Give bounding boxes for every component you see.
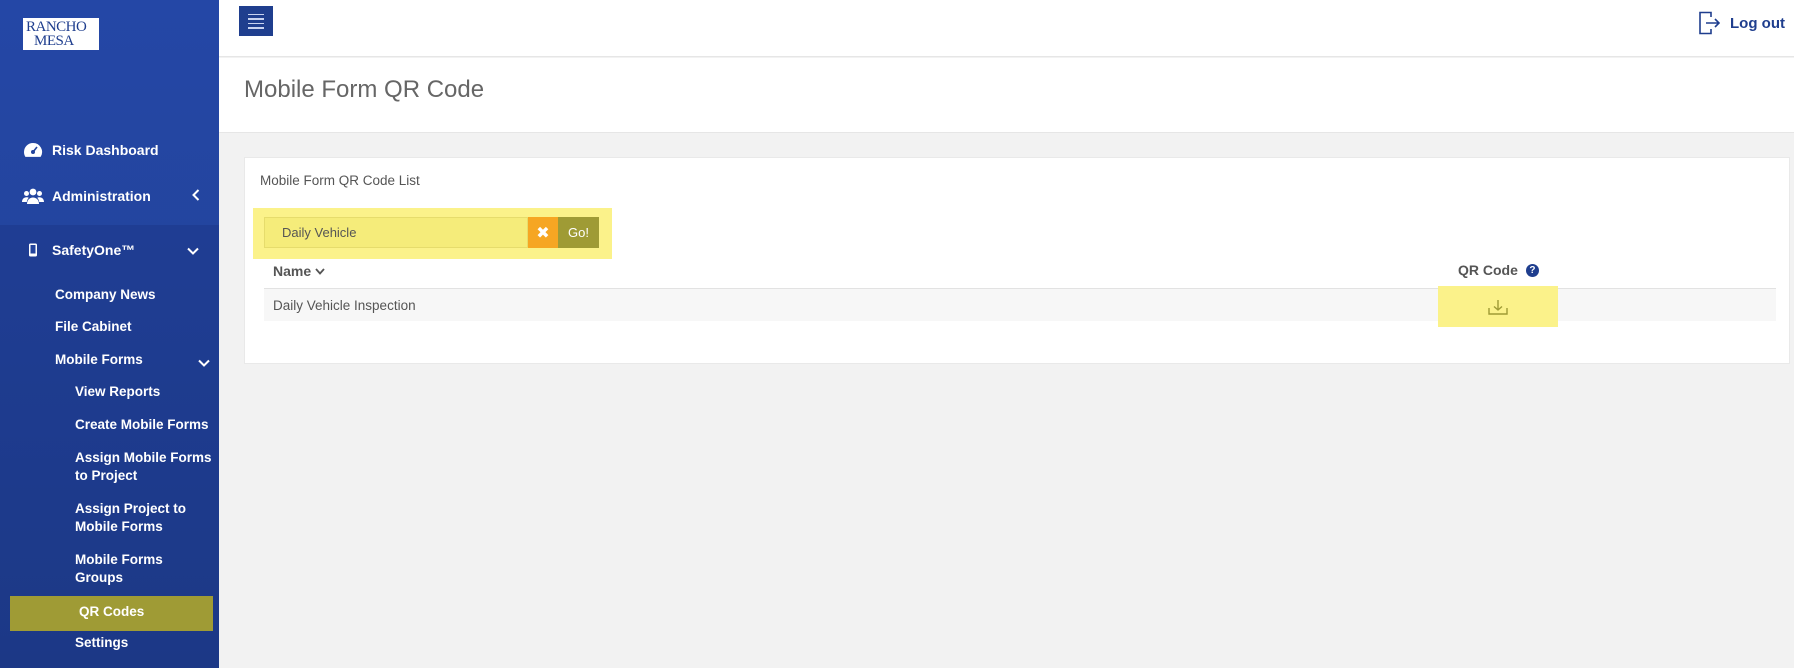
logo-line2: MESA — [34, 33, 74, 49]
logo-line1: RANCHO — [26, 19, 87, 35]
dashboard-icon — [22, 140, 44, 160]
card-title: Mobile Form QR Code List — [260, 173, 420, 188]
menu-bar — [248, 27, 264, 29]
logout-label: Log out — [1730, 14, 1785, 32]
mobile-phone-icon — [22, 240, 44, 260]
sidebar-item-mobile-forms-groups[interactable]: Mobile Forms Groups — [75, 551, 163, 587]
sidebar-item-mobile-forms[interactable]: Mobile Forms — [55, 351, 215, 369]
help-icon[interactable]: ? — [1525, 263, 1539, 277]
sidebar-item-create-mobile-forms[interactable]: Create Mobile Forms — [75, 416, 209, 434]
sidebar-item-label: Mobile Forms — [75, 552, 163, 567]
top-bar: Log out — [219, 0, 1794, 57]
sidebar-item-label: Risk Dashboard — [52, 142, 159, 158]
rancho-mesa-logo[interactable]: RANCHO MESA — [23, 18, 99, 50]
table-cell-name: Daily Vehicle Inspection — [273, 298, 416, 313]
sidebar-item-label: QR Codes — [79, 604, 145, 619]
menu-bar — [248, 22, 264, 24]
sidebar-item-label: Mobile Forms — [55, 352, 143, 367]
chevron-left-icon — [192, 189, 200, 204]
users-icon — [22, 186, 44, 206]
go-button[interactable]: Go! — [558, 217, 599, 248]
page-header: Mobile Form QR Code — [219, 58, 1794, 133]
chevron-down-icon — [187, 244, 199, 258]
sidebar-item-assign-mobile-forms[interactable]: Assign Mobile Forms to Project — [75, 449, 212, 485]
sidebar-item-label: Assign Mobile Forms — [75, 450, 212, 465]
close-icon: ✖ — [536, 224, 550, 242]
sidebar-item-label: Groups — [75, 570, 124, 585]
download-icon — [1488, 300, 1508, 315]
sidebar: RANCHO MESA Risk Dashboard Administratio… — [0, 0, 219, 668]
sidebar-item-settings[interactable]: Settings — [75, 634, 128, 652]
sidebar-item-safetyone[interactable]: SafetyOne™ — [0, 240, 219, 260]
download-button[interactable] — [1485, 296, 1511, 318]
sidebar-item-qr-codes[interactable]: QR Codes — [10, 596, 213, 631]
chevron-down-icon — [198, 354, 210, 372]
column-header-label: Name — [273, 263, 312, 279]
search-input-value: Daily Vehicle — [282, 225, 357, 240]
column-header-name[interactable]: Name — [273, 263, 325, 279]
logout-icon — [1699, 11, 1721, 35]
hamburger-menu-button[interactable] — [239, 6, 273, 36]
sidebar-item-file-cabinet[interactable]: File Cabinet — [55, 318, 132, 336]
sort-chevron-down-icon — [315, 267, 325, 275]
clear-search-button[interactable]: ✖ — [528, 217, 558, 248]
sidebar-item-company-news[interactable]: Company News — [55, 286, 156, 304]
sidebar-item-administration[interactable]: Administration — [0, 186, 219, 206]
qr-code-list-card: Mobile Form QR Code List Daily Vehicle ✖… — [244, 157, 1790, 364]
sidebar-item-risk-dashboard[interactable]: Risk Dashboard — [0, 140, 159, 160]
search-input[interactable]: Daily Vehicle — [264, 217, 528, 248]
sidebar-item-view-reports[interactable]: View Reports — [75, 383, 160, 401]
sidebar-item-label: to Project — [75, 468, 138, 483]
column-header-label: QR Code — [1458, 262, 1518, 278]
menu-bar — [248, 13, 264, 15]
menu-bar — [248, 18, 264, 20]
sidebar-item-label: Mobile Forms — [75, 519, 163, 534]
page-title: Mobile Form QR Code — [244, 76, 485, 103]
sidebar-item-label: Assign Project to — [75, 501, 187, 516]
sidebar-item-label: SafetyOne™ — [52, 242, 136, 258]
logout-button[interactable]: Log out — [1698, 10, 1785, 36]
column-header-qr-code: QR Code ? — [1458, 262, 1539, 278]
sidebar-item-label: Administration — [52, 188, 151, 204]
sidebar-item-assign-project[interactable]: Assign Project to Mobile Forms — [75, 500, 186, 536]
